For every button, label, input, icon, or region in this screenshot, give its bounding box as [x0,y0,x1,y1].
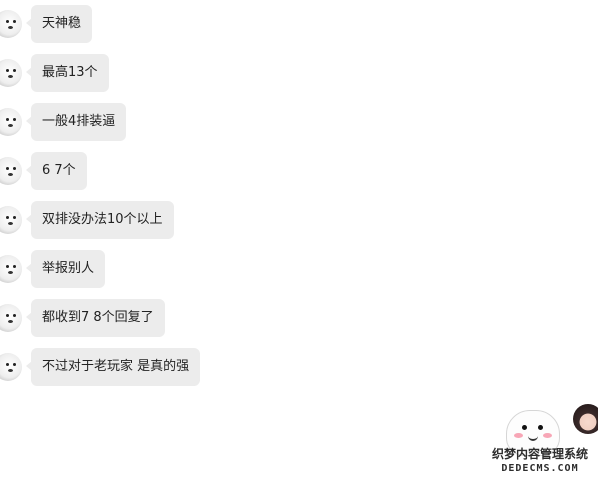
watermark-cn-text: 织梦内容管理系统 [491,447,588,461]
avatar-eye [6,167,9,170]
sender-avatar[interactable] [0,59,22,87]
sender-avatar[interactable] [0,304,22,332]
self-avatar[interactable] [573,404,598,434]
avatar-nose [8,222,13,225]
avatar-eye [6,118,9,121]
sticker-eye [538,425,543,430]
message-bubble[interactable]: 最高13个 [26,54,109,92]
avatar-eye [6,20,9,23]
avatar-eye [6,363,9,366]
avatar-nose [8,124,13,127]
message-bubble[interactable]: 都收到7 8个回复了 [26,299,165,337]
sticker-mouth [528,433,538,441]
sender-avatar[interactable] [0,206,22,234]
avatar-eye [13,167,16,170]
avatar-nose [8,26,13,29]
avatar-eye [13,265,16,268]
avatar-eye [6,216,9,219]
message-bubble[interactable]: 天神稳 [25,5,93,43]
avatar-eye [13,216,16,219]
message-bubble[interactable]: 6 7个 [26,152,87,190]
watermark-en-text: DEDECMS.COM [501,463,579,474]
avatar-eye [6,265,9,268]
avatar-eye [13,363,16,366]
avatar-nose [8,369,13,372]
message-bubble[interactable]: 不过对于老玩家 是真的强 [25,348,201,386]
sticker-eye [522,425,527,430]
sender-avatar[interactable] [0,353,22,381]
message-bubble[interactable]: 一般4排装逼 [25,103,127,141]
sticker-cheek [543,433,552,438]
sender-avatar[interactable] [0,255,22,283]
avatar-nose [8,271,13,274]
avatar-nose [8,75,13,78]
sticker-cheek [514,433,523,438]
avatar-nose [8,173,13,176]
avatar-eye [13,69,16,72]
message-bubble[interactable]: 双排没办法10个以上 [26,201,174,239]
avatar-eye [13,118,16,121]
avatar-eye [13,20,16,23]
avatar-eye [13,314,16,317]
avatar-eye [6,314,9,317]
avatar-eye [6,69,9,72]
sender-avatar[interactable] [0,108,22,136]
watermark: 织梦内容管理系统 DEDECMS.COM [488,446,592,475]
chat-window: 天神稳 最高13个 一般4排装逼 6 7个 双排没办法10个以上 举报别人 都收… [0,0,598,484]
avatar-nose [8,320,13,323]
sender-avatar[interactable] [0,157,22,185]
message-bubble[interactable]: 举报别人 [25,250,106,288]
sender-avatar[interactable] [0,10,22,38]
